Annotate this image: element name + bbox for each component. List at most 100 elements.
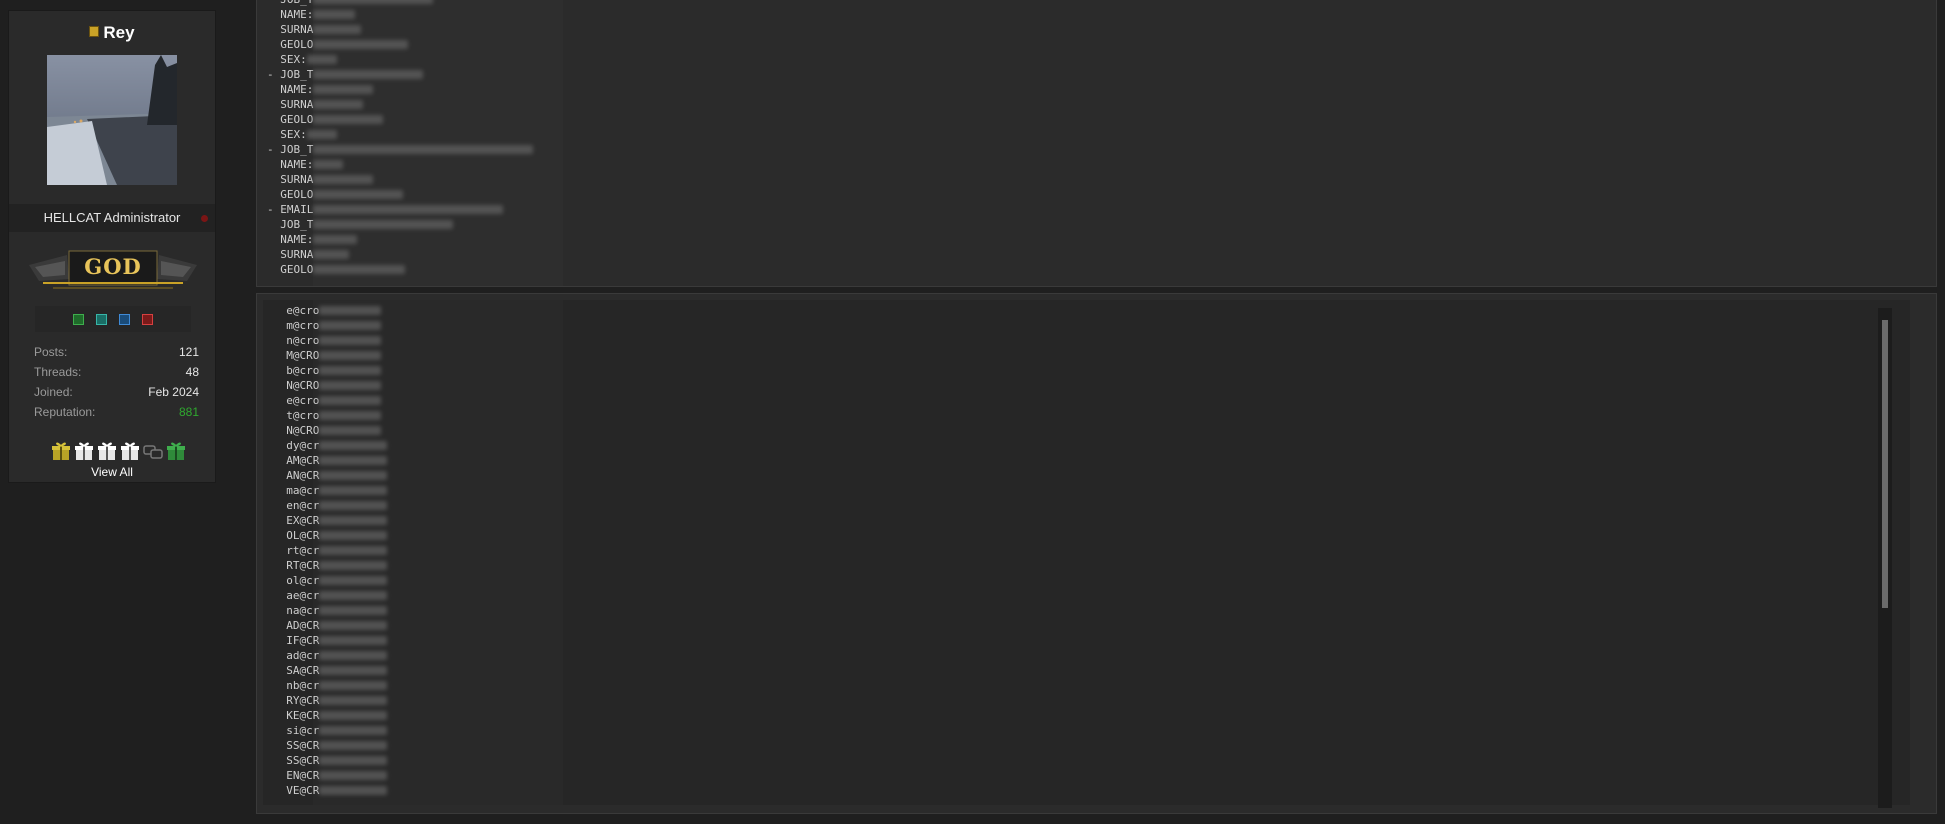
redacted-text [313,85,374,94]
redacted-text [313,25,362,34]
line-prefix: AD@CR [273,619,320,632]
code-line: SURNA [267,97,364,112]
code-block-records[interactable]: JOB_T NAME: SURNA GEOLO SEX: - JOB_T NAME… [256,0,1937,287]
redacted-text [319,411,382,420]
email-line: SA@CR [273,663,388,678]
redacted-text [313,10,356,19]
reputation-value[interactable]: 881 [179,402,199,422]
redacted-text [313,0,434,4]
redacted-text [319,531,388,540]
email-line: nb@cr [273,678,388,693]
email-line: t@cro [273,408,382,423]
code-line: NAME: [267,157,344,172]
code-line: - JOB_T [267,67,424,82]
line-prefix: SURNA [267,23,314,36]
line-prefix: SS@CR [273,754,320,767]
line-prefix: SURNA [267,248,314,261]
code-line: JOB_T [267,217,454,232]
line-prefix: EX@CR [273,514,320,527]
redacted-text [319,381,382,390]
email-line: e@cro [273,393,382,408]
line-prefix: GEOLO [267,38,314,51]
line-prefix: en@cr [273,499,320,512]
group-badges [35,306,191,332]
redacted-text [319,576,388,585]
line-prefix: SS@CR [273,739,320,752]
line-prefix: b@cro [273,364,320,377]
line-prefix: SURNA [267,98,314,111]
code-line: SURNA [267,172,374,187]
line-prefix: IF@CR [273,634,320,647]
code-line: JOB_T [267,0,434,7]
redacted-text [319,696,388,705]
username[interactable]: Rey [103,23,134,42]
redacted-text [313,160,344,169]
redacted-text [319,621,388,630]
rank-banner: GOD [29,245,197,293]
redacted-text [319,606,388,615]
redacted-text [319,666,388,675]
line-prefix: - JOB_T [267,68,314,81]
redacted-text [313,145,534,154]
scrollbar-thumb[interactable] [1882,320,1888,608]
white-gift-award-icon[interactable] [97,441,117,461]
line-prefix: JOB_T [267,218,314,231]
line-prefix: ol@cr [273,574,320,587]
code-line: NAME: [267,7,356,22]
white-gift-award-icon[interactable] [120,441,140,461]
email-list-scroll-area[interactable]: e@cro m@cro n@cro M@CRO b@cro N@CRO e@cr… [263,300,1910,808]
line-prefix: ad@cr [273,649,320,662]
redacted-text [319,426,382,435]
stat-threads: Threads: 48 [34,362,199,382]
line-prefix: GEOLO [267,263,314,276]
email-line: en@cr [273,498,388,513]
email-line: e@cro [273,303,382,318]
line-prefix: - JOB_T [267,143,314,156]
code-line: SURNA [267,22,362,37]
line-prefix: N@CRO [273,379,320,392]
line-prefix: n@cro [273,334,320,347]
redacted-text [313,250,350,259]
view-all-awards-link[interactable]: View All [9,465,215,479]
redacted-text [313,70,424,79]
line-prefix: rt@cr [273,544,320,557]
line-prefix: SA@CR [273,664,320,677]
email-line: m@cro [273,318,382,333]
redacted-text [319,726,388,735]
stat-posts: Posts: 121 [34,342,199,362]
email-line: dy@cr [273,438,388,453]
code-line: - JOB_T [267,142,534,157]
email-line: EX@CR [273,513,388,528]
line-prefix: m@cro [273,319,320,332]
redacted-text [319,501,388,510]
yellow-gift-award-icon[interactable] [51,441,71,461]
white-gift-award-icon[interactable] [74,441,94,461]
code-line: SURNA [267,247,350,262]
line-prefix: e@cro [273,394,320,407]
redacted-text [313,115,384,124]
user-profile-card: Rey HELLCAT Administrator GOD Posts: 121… [8,10,216,483]
vertical-scrollbar[interactable] [1878,308,1892,808]
code-line: GEOLO [267,112,384,127]
avatar[interactable] [47,55,177,185]
line-prefix: OL@CR [273,529,320,542]
line-prefix: RT@CR [273,559,320,572]
line-prefix: GEOLO [267,113,314,126]
chat-bubbles-award-icon[interactable] [142,441,163,461]
email-line: SS@CR [273,738,388,753]
code-line: GEOLO [267,187,404,202]
line-prefix: SURNA [267,173,314,186]
code-line: SEX: [267,52,337,67]
code-line: NAME: [267,82,374,97]
line-prefix: SEX: [267,128,307,141]
redacted-text [319,591,388,600]
username-row: Rey [9,23,215,43]
green-gift-award-icon[interactable] [166,441,186,461]
email-line: ma@cr [273,483,388,498]
line-prefix: na@cr [273,604,320,617]
redacted-text [319,336,382,345]
line-prefix: ae@cr [273,589,320,602]
redacted-text [313,220,454,229]
line-prefix: e@cro [273,304,320,317]
redacted-text [319,711,388,720]
